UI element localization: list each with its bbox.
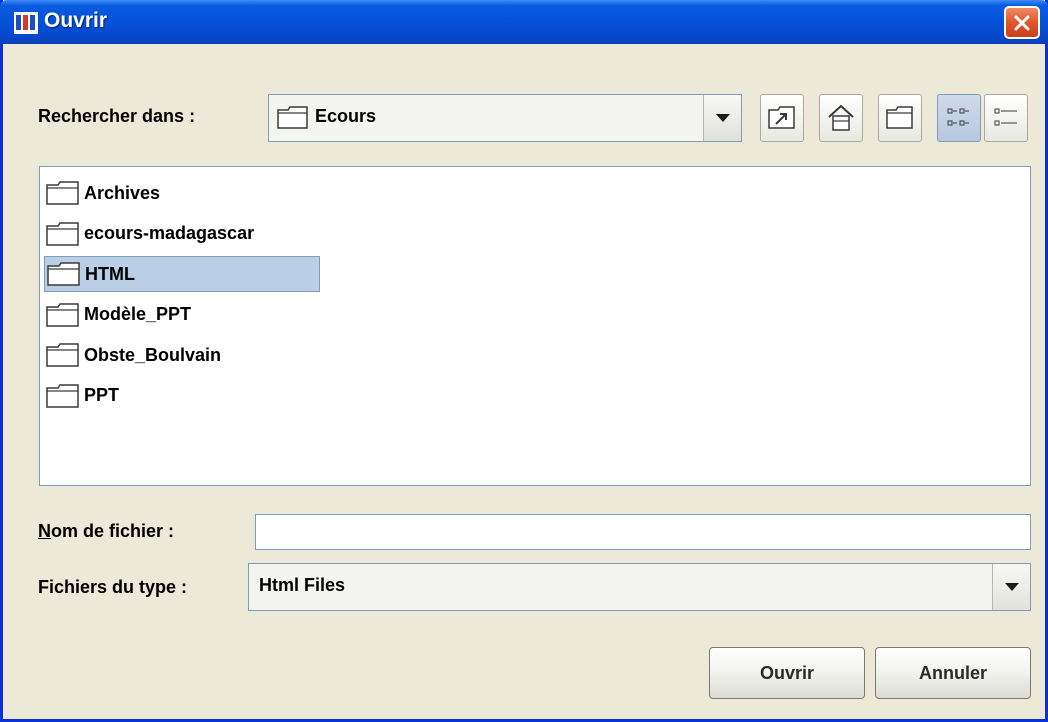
look-in-value: Ecours (315, 106, 377, 126)
folder-icon (46, 383, 79, 408)
open-dialog: Ouvrir Rechercher dans : Ecours Archives… (0, 0, 1048, 722)
window-title: Ouvrir (44, 9, 108, 32)
close-button[interactable] (1004, 6, 1040, 39)
list-view-icon (947, 108, 969, 126)
list-view-button[interactable] (937, 94, 981, 142)
file-name: ecours-madagascar (84, 223, 255, 243)
new-folder-button[interactable] (878, 94, 922, 142)
new-folder-icon (886, 106, 913, 129)
file-list-item[interactable]: Obste_Boulvain (44, 337, 320, 373)
file-name: HTML (85, 263, 135, 284)
up-folder-icon (768, 106, 795, 129)
filename-label-text: om de fichier : (51, 521, 175, 541)
filetype-label: Fichiers du type : (38, 577, 188, 597)
cancel-button[interactable]: Annuler (875, 647, 1031, 699)
chevron-down-icon (1004, 582, 1019, 591)
filetype-value: Html Files (259, 575, 346, 595)
folder-icon (46, 221, 79, 246)
folder-icon (46, 302, 79, 327)
folder-icon (277, 106, 308, 129)
look-in-dropdown-button[interactable] (703, 95, 741, 141)
filename-label: Nom de fichier : (38, 521, 174, 542)
file-name: Modèle_PPT (84, 304, 192, 324)
file-list-item[interactable]: Modèle_PPT (44, 297, 320, 333)
file-list-item[interactable]: Archives (44, 175, 320, 211)
file-list[interactable]: Archives ecours-madagascar HTML Modèle_PPT O… (39, 166, 1031, 486)
file-name: Archives (84, 182, 161, 203)
folder-icon (47, 262, 80, 286)
look-in-label: Rechercher dans : (38, 106, 196, 126)
look-in-combo[interactable]: Ecours (268, 94, 742, 142)
filename-input[interactable] (255, 514, 1031, 550)
filename-label-mnemonic: N (38, 521, 51, 541)
open-button[interactable]: Ouvrir (709, 647, 865, 699)
file-name: PPT (84, 385, 120, 405)
details-view-button[interactable] (984, 94, 1028, 142)
close-icon (1014, 15, 1030, 30)
file-list-item[interactable]: ecours-madagascar (44, 216, 320, 252)
folder-icon (46, 181, 79, 205)
title-bar[interactable]: Ouvrir (0, 0, 1048, 44)
folder-icon (46, 343, 79, 367)
up-one-level-button[interactable] (760, 94, 804, 142)
java-app-icon (14, 12, 38, 34)
details-view-icon (994, 108, 1017, 126)
file-list-item[interactable]: PPT (44, 378, 320, 414)
file-name: Obste_Boulvain (84, 344, 222, 365)
filetype-dropdown-button[interactable] (992, 564, 1030, 610)
file-list-item[interactable]: HTML (44, 256, 320, 292)
chevron-down-icon (715, 113, 730, 122)
home-button[interactable] (819, 94, 863, 142)
filetype-combo[interactable]: Html Files (248, 563, 1031, 611)
home-icon (828, 104, 854, 131)
